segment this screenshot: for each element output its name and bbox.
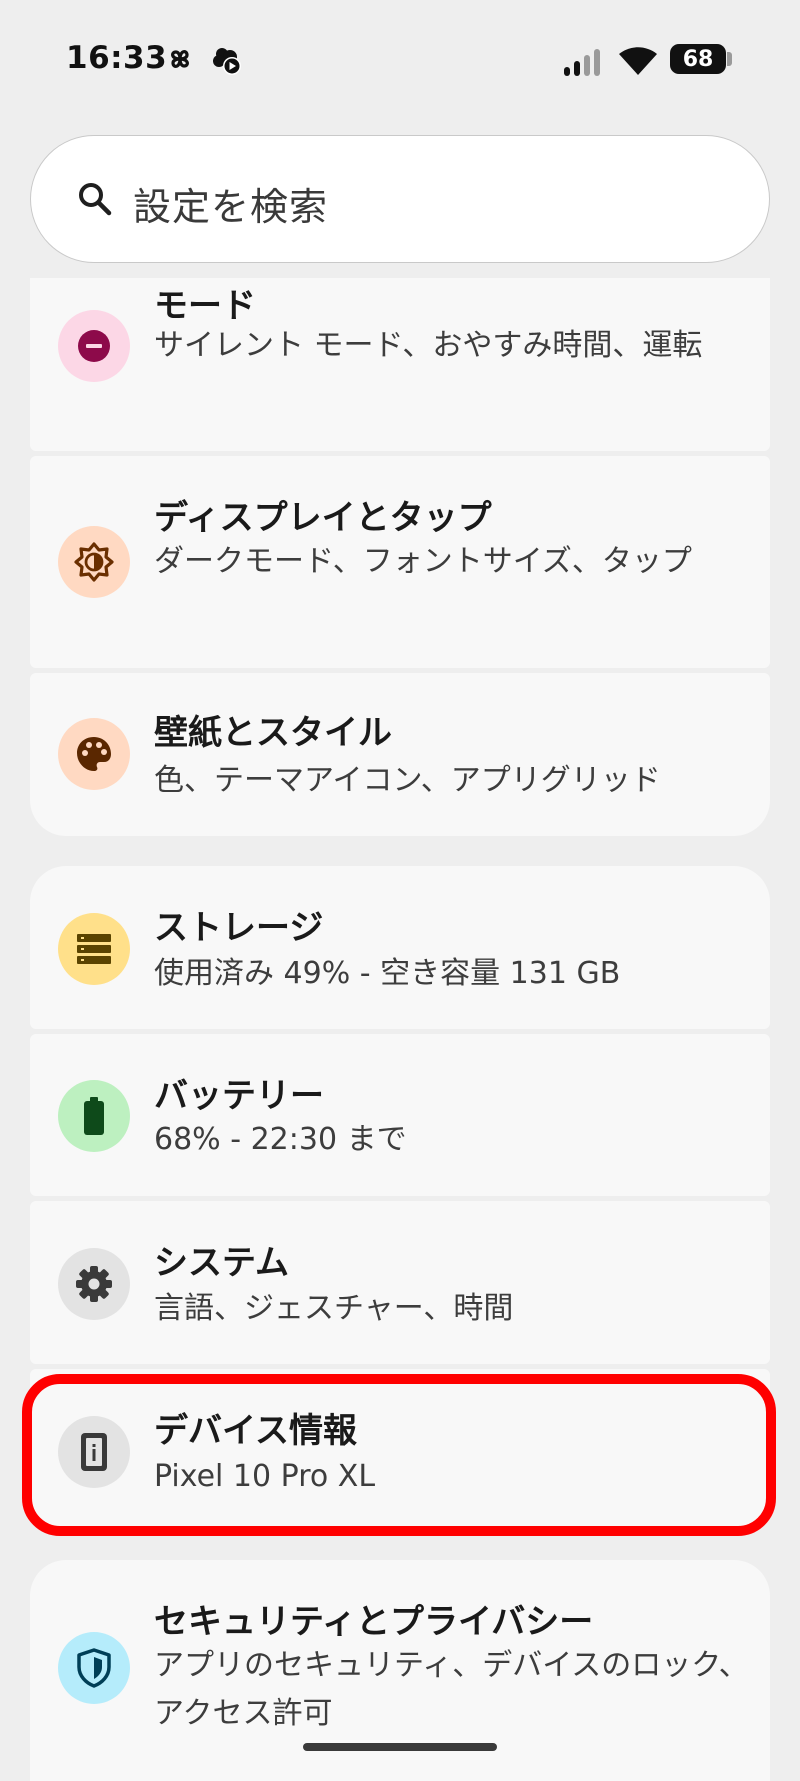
battery-icon: 68 [670, 44, 726, 74]
settings-item-battery[interactable]: バッテリー 68% - 22:30 まで [30, 1034, 770, 1196]
settings-item-system[interactable]: システム 言語、ジェスチャー、時間 [30, 1201, 770, 1364]
dnd-minus-icon [78, 330, 110, 362]
shield-icon-bg [58, 1632, 130, 1704]
settings-item-modes[interactable]: モード サイレント モード、おやすみ時間、運転 [30, 278, 770, 451]
status-bar: 16:33 68 [0, 0, 800, 120]
item-title: モード [154, 286, 256, 326]
status-time: 16:33 [66, 40, 168, 76]
item-subtitle: ダークモード、フォントサイズ、タップ [154, 544, 692, 579]
item-title: システム [154, 1243, 289, 1283]
settings-item-storage[interactable]: ストレージ 使用済み 49% - 空き容量 131 GB [30, 866, 770, 1029]
highlight-box [22, 1374, 776, 1536]
battery-icon-bg [58, 1080, 130, 1152]
search-placeholder: 設定を検索 [133, 185, 329, 229]
item-subtitle: 言語、ジェスチャー、時間 [154, 1291, 514, 1326]
brightness-icon-bg [58, 526, 130, 598]
item-title: 壁紙とスタイル [154, 713, 392, 753]
pinwheel-icon [171, 50, 189, 68]
settings-screen: 16:33 68 設定を検索 モード サイレント モード、おやすみ時間、運転 デ… [0, 0, 800, 1781]
item-subtitle: 使用済み 49% - 空き容量 131 GB [154, 956, 621, 991]
signal-icon [564, 49, 600, 76]
battery-tip [727, 52, 732, 66]
wifi-icon [619, 47, 657, 75]
dnd-icon-bg [58, 310, 130, 382]
home-indicator[interactable] [303, 1743, 497, 1751]
item-subtitle: アプリのセキュリティ、デバイスのロック、アクセス許可 [154, 1648, 749, 1731]
item-title: セキュリティとプライバシー [154, 1602, 594, 1642]
item-subtitle: 色、テーマアイコン、アプリグリッド [154, 763, 661, 798]
search-input[interactable]: 設定を検索 [30, 135, 770, 263]
shield-icon [77, 1648, 111, 1688]
battery-icon [84, 1097, 104, 1135]
storage-icon-bg [58, 913, 130, 985]
gear-icon-bg [58, 1248, 130, 1320]
item-subtitle: 68% - 22:30 まで [154, 1122, 407, 1157]
settings-item-display[interactable]: ディスプレイとタップ ダークモード、フォントサイズ、タップ [30, 456, 770, 668]
palette-icon [77, 737, 111, 771]
gear-icon [76, 1266, 112, 1302]
settings-item-wallpaper[interactable]: 壁紙とスタイル 色、テーマアイコン、アプリグリッド [30, 673, 770, 836]
item-subtitle: サイレント モード、おやすみ時間、運転 [154, 328, 703, 363]
storage-icon [77, 934, 111, 964]
weather-play-icon [213, 48, 241, 75]
palette-icon-bg [58, 718, 130, 790]
brightness-icon [74, 542, 114, 582]
item-title: ディスプレイとタップ [154, 498, 492, 538]
item-title: ストレージ [154, 908, 324, 948]
item-title: バッテリー [154, 1076, 324, 1116]
battery-level: 68 [682, 46, 714, 72]
search-icon [79, 183, 112, 216]
